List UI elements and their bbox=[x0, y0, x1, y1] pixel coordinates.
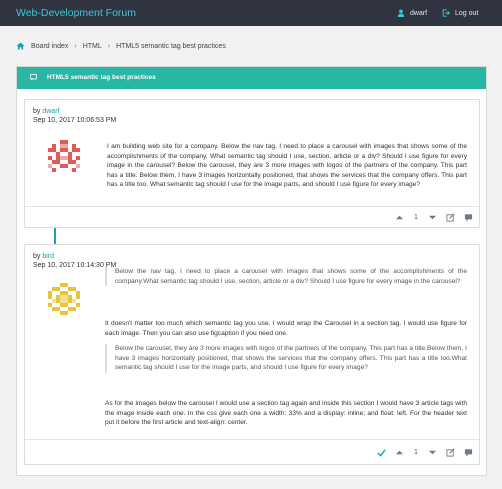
site-brand[interactable]: Web-Development Forum bbox=[16, 7, 136, 19]
logout-label: Log out bbox=[455, 9, 479, 17]
breadcrumb-separator: › bbox=[74, 42, 77, 50]
post-author-name[interactable]: dwarf bbox=[42, 108, 59, 115]
edit-icon[interactable] bbox=[446, 448, 455, 457]
comment-icon bbox=[30, 74, 37, 81]
post-thread-connector bbox=[54, 228, 56, 244]
post-actions: 1 bbox=[377, 448, 473, 457]
post-actions: 1 bbox=[395, 213, 473, 222]
post-author-line: by dwarf bbox=[33, 108, 59, 115]
breadcrumb-board-index[interactable]: Board index bbox=[31, 43, 68, 50]
caret-down-icon[interactable] bbox=[428, 213, 437, 222]
edit-icon[interactable] bbox=[446, 213, 455, 222]
user-menu-link[interactable]: dwarf bbox=[397, 9, 427, 17]
logout-link[interactable]: Log out bbox=[442, 9, 478, 17]
post-divider bbox=[25, 206, 479, 207]
topic-title: HTML5 semantic tag best practices bbox=[47, 74, 156, 81]
post-by-label: by bbox=[33, 108, 41, 115]
top-navbar: Web-Development Forum dwarf Log out bbox=[0, 0, 502, 26]
reply-icon[interactable] bbox=[464, 213, 473, 222]
topic-panel: HTML5 semantic tag best practices by dwa… bbox=[16, 66, 487, 476]
post-bird: by bird Sep 10, 2017 10:14:30 PM Below t… bbox=[24, 244, 480, 465]
avatar bbox=[48, 140, 80, 172]
post-divider bbox=[25, 439, 479, 440]
post-author-line: by bird bbox=[33, 253, 54, 260]
breadcrumb-separator: › bbox=[107, 42, 111, 50]
post-date: Sep 10, 2017 10:14:30 PM bbox=[33, 262, 117, 269]
user-icon bbox=[397, 9, 405, 17]
post-author-name[interactable]: bird bbox=[42, 253, 54, 260]
post-paragraph: It doesn't matter too much which semanti… bbox=[105, 320, 467, 337]
post-date: Sep 10, 2017 10:06:53 PM bbox=[33, 117, 117, 124]
post-body: I am building web site for a company. Be… bbox=[107, 143, 467, 189]
breadcrumb-html[interactable]: HTML bbox=[83, 43, 102, 50]
breadcrumb: Board index › HTML › HTML5 semantic tag … bbox=[16, 42, 226, 50]
check-icon[interactable] bbox=[377, 448, 386, 457]
reply-icon[interactable] bbox=[464, 448, 473, 457]
post-paragraph: As for the images below the carousel I w… bbox=[105, 400, 467, 427]
logout-icon bbox=[442, 9, 450, 17]
post-by-label: by bbox=[33, 253, 41, 260]
user-name: dwarf bbox=[410, 9, 428, 17]
topic-header: HTML5 semantic tag best practices bbox=[17, 67, 486, 89]
caret-up-icon[interactable] bbox=[395, 448, 404, 457]
caret-down-icon[interactable] bbox=[428, 448, 437, 457]
avatar bbox=[48, 283, 80, 315]
caret-up-icon[interactable] bbox=[395, 213, 404, 222]
quote-block: Below the carousel, they are 3 more imag… bbox=[105, 344, 467, 373]
post-dwarf: by dwarf Sep 10, 2017 10:06:53 PM I am b… bbox=[24, 99, 480, 228]
home-icon bbox=[16, 42, 25, 50]
vote-count: 1 bbox=[414, 449, 418, 456]
breadcrumb-topic[interactable]: HTML5 semantic tag best practices bbox=[116, 43, 226, 50]
vote-count: 1 bbox=[414, 214, 418, 221]
quote-block: Below the nav tag, I need to place a car… bbox=[105, 267, 467, 287]
